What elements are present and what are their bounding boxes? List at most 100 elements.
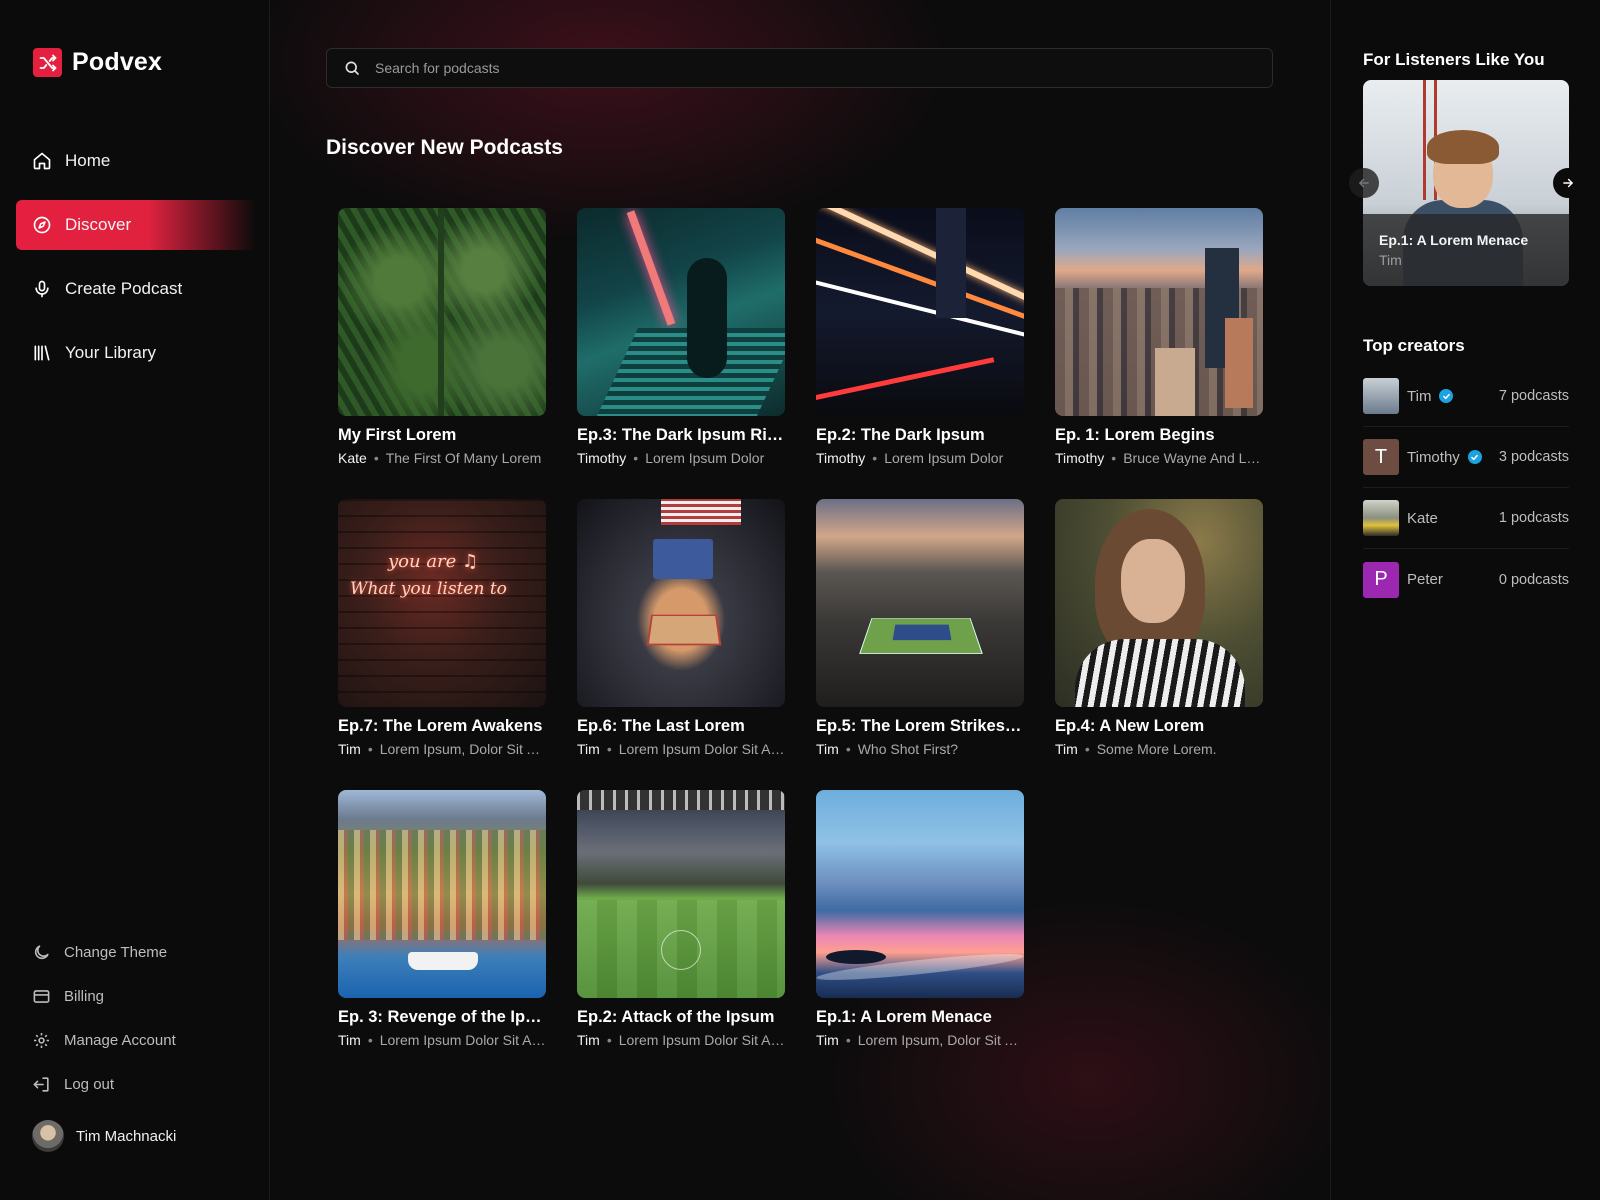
podcast-cover-image	[338, 208, 546, 416]
podcast-card[interactable]: My First Lorem Kate • The First Of Many Lo…	[338, 208, 546, 499]
podcast-meta: Timothy • Bruce Wayne And Lorem	[1055, 450, 1263, 466]
podcast-meta: Tim • Some More Lorem.	[1055, 741, 1263, 757]
podcast-author: Tim	[577, 1032, 600, 1048]
podcast-title: Ep.5: The Lorem Strikes Back	[816, 717, 1024, 735]
podcast-card[interactable]: Ep.2: Attack of the Ipsum Tim • Lorem Ipsu…	[577, 790, 785, 1081]
podcast-grid: My First Lorem Kate • The First Of Many Lo…	[338, 208, 1263, 1081]
change-theme-button[interactable]: Change Theme	[16, 930, 256, 974]
separator-dot: •	[367, 1032, 373, 1048]
podcast-author: Timothy	[816, 450, 866, 466]
featured-title: Ep.1: A Lorem Menace	[1379, 232, 1529, 248]
arrow-left-icon	[1359, 178, 1369, 188]
podcast-card[interactable]: Ep.5: The Lorem Strikes Back Tim • Who Sho…	[816, 499, 1024, 790]
podcast-cover-image	[577, 790, 785, 998]
creator-avatar: T	[1363, 439, 1399, 475]
creator-name: Tim	[1407, 387, 1432, 405]
app-name: Podvex	[72, 48, 163, 76]
separator-dot: •	[606, 741, 612, 757]
podcast-card[interactable]: Ep.1: A Lorem Menace Tim • Lorem Ipsum, Do…	[816, 790, 1024, 1081]
podcast-author: Tim	[816, 1032, 839, 1048]
podcast-title: Ep.7: The Lorem Awakens	[338, 717, 543, 735]
page-title: Discover New Podcasts	[326, 136, 563, 159]
creator-row[interactable]: Tim 7 podcasts	[1363, 366, 1569, 427]
podcast-cover-image	[1055, 208, 1263, 416]
separator-dot: •	[633, 450, 639, 466]
podcast-description: Lorem Ipsum Dolor Sit Amet	[379, 1032, 546, 1048]
shuffle-logo-icon	[33, 48, 62, 77]
nav-item-label: Create Podcast	[65, 279, 183, 298]
main-nav: Home Discover Create Podcast Your Librar…	[16, 136, 256, 392]
creator-podcast-count: 1 podcasts	[1498, 510, 1569, 526]
nav-item-label: Discover	[65, 215, 132, 234]
separator-dot: •	[845, 1032, 851, 1048]
podcast-card[interactable]: Ep. 1: Lorem Begins Timothy • Bruce Wayne …	[1055, 208, 1263, 499]
search-icon	[345, 61, 359, 75]
podcast-cover-image	[816, 499, 1024, 707]
podcast-title: Ep.4: A New Lorem	[1055, 717, 1205, 735]
creator-podcast-count: 0 podcasts	[1498, 571, 1569, 588]
nav-item-home[interactable]: Home	[16, 136, 256, 186]
compass-icon	[33, 216, 51, 234]
arrow-right-icon	[1563, 178, 1573, 188]
right-panel: For Listeners Like You Ep.1: A Lorem Men…	[1330, 0, 1600, 1200]
logout-button[interactable]: Log out	[16, 1062, 256, 1106]
podcast-description: Lorem Ipsum, Dolor Sit Amet	[857, 1032, 1024, 1048]
search-bar[interactable]	[326, 48, 1273, 88]
creator-row[interactable]: T Timothy 3 podcasts	[1363, 427, 1569, 488]
podcast-author: Kate	[338, 450, 367, 466]
separator-dot: •	[1111, 450, 1117, 466]
podcast-meta: Kate • The First Of Many Lorem	[338, 450, 546, 466]
search-input[interactable]	[375, 60, 1235, 76]
podcast-card[interactable]: Ep.2: The Dark Ipsum Timothy • Lorem Ipsum…	[816, 208, 1024, 499]
main-content: Discover New Podcasts My First Lorem Kat…	[270, 0, 1330, 1200]
creator-podcast-count: 3 podcasts	[1498, 449, 1569, 465]
app-logo[interactable]: Podvex	[33, 48, 162, 77]
podcast-author: Tim	[338, 741, 361, 757]
creator-name: Timothy	[1407, 448, 1460, 466]
nav-item-your-library[interactable]: Your Library	[16, 328, 256, 378]
creator-row[interactable]: Kate 1 podcasts	[1363, 488, 1569, 549]
podcast-description: Lorem Ipsum Dolor	[645, 450, 765, 466]
podcast-meta: Tim • Lorem Ipsum Dolor Sit Amet	[338, 1032, 546, 1048]
podcast-description: Who Shot First?	[857, 741, 959, 757]
featured-podcast-card[interactable]: Ep.1: A Lorem Menace Tim	[1363, 80, 1569, 286]
billing-button[interactable]: Billing	[16, 974, 256, 1018]
separator-dot: •	[367, 741, 373, 757]
creator-row[interactable]: P Peter 0 podcasts	[1363, 549, 1569, 610]
separator-dot: •	[1084, 741, 1090, 757]
nav-item-create-podcast[interactable]: Create Podcast	[16, 264, 256, 314]
podcast-meta: Tim • Who Shot First?	[816, 741, 1024, 757]
podcast-card[interactable]: Ep.6: The Last Lorem Tim • Lorem Ipsum Dol…	[577, 499, 785, 790]
podcast-title: Ep.2: The Dark Ipsum	[816, 426, 985, 444]
user-profile[interactable]: Tim Machnacki	[32, 1120, 176, 1152]
carousel-next-button[interactable]	[1553, 168, 1583, 198]
creator-podcast-count: 7 podcasts	[1498, 388, 1569, 404]
nav-item-label: Home	[65, 151, 111, 170]
verified-badge-icon	[1439, 389, 1454, 403]
podcast-cover-image	[577, 208, 785, 416]
home-icon	[33, 152, 51, 170]
library-icon	[34, 345, 50, 361]
carousel-prev-button[interactable]	[1349, 168, 1379, 198]
podcast-author: Tim	[577, 741, 600, 757]
podcast-card[interactable]: you are ♫ What you listen to Ep.7: The L…	[338, 499, 546, 790]
change-theme-label: Change Theme	[64, 943, 168, 961]
podcast-card[interactable]: Ep.4: A New Lorem Tim • Some More Lorem.	[1055, 499, 1263, 790]
separator-dot: •	[845, 741, 851, 757]
podcast-description: Lorem Ipsum Dolor Sit Amet	[618, 1032, 785, 1048]
manage-account-button[interactable]: Manage Account	[16, 1018, 256, 1062]
podcast-card[interactable]: Ep.3: The Dark Ipsum Rises Timothy • Lorem…	[577, 208, 785, 499]
podcast-description: The First Of Many Lorem	[385, 450, 542, 466]
microphone-icon	[35, 280, 49, 298]
podcast-author: Timothy	[577, 450, 627, 466]
podcast-card[interactable]: Ep. 3: Revenge of the Ipsum Tim • Lorem Ip…	[338, 790, 546, 1081]
separator-dot: •	[373, 450, 379, 466]
logout-label: Log out	[64, 1075, 115, 1093]
logout-icon	[33, 1076, 49, 1092]
separator-dot: •	[606, 1032, 612, 1048]
podcast-meta: Tim • Lorem Ipsum Dolor Sit Amet	[577, 1032, 785, 1048]
podcast-title: Ep.3: The Dark Ipsum Rises	[577, 426, 785, 444]
podcast-cover-image: you are ♫ What you listen to	[338, 499, 546, 707]
podcast-title: Ep.1: A Lorem Menace	[816, 1008, 992, 1026]
nav-item-discover[interactable]: Discover	[16, 200, 256, 250]
